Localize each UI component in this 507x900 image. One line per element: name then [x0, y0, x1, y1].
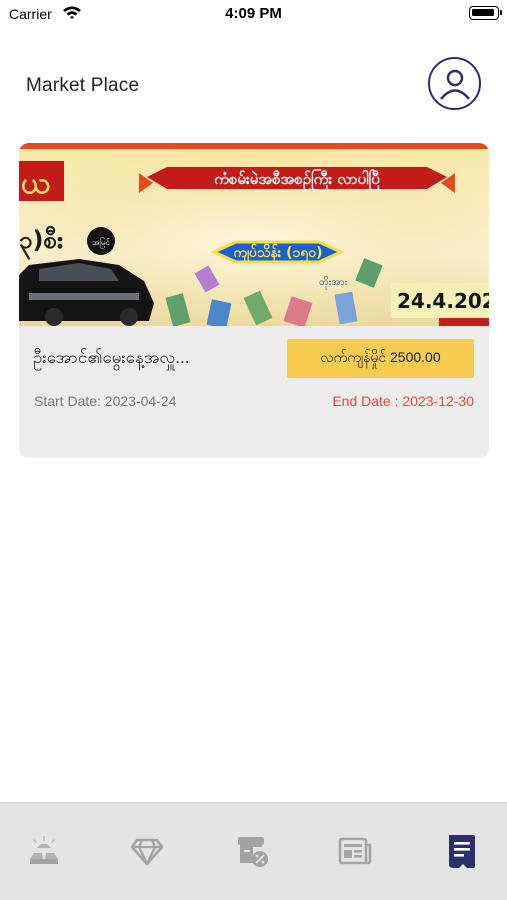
- listing-card[interactable]: ယ ၃)စီး အမြင် ကံစမ်းမဲအစီအစဉ်ကြီး လာပါပြ…: [19, 143, 489, 458]
- user-circle-icon: [439, 69, 470, 100]
- listing-title: ဦးအောင်၏မွေးနေ့အလှူ...: [33, 348, 190, 367]
- tab-promotions[interactable]: [232, 831, 272, 871]
- battery-icon: [469, 6, 502, 20]
- tab-diamond[interactable]: [127, 831, 167, 871]
- status-time: 4:09 PM: [225, 5, 282, 22]
- page-title: Market Place: [26, 75, 140, 96]
- diamond-icon: [131, 838, 163, 866]
- gold-bars-icon: [30, 836, 58, 864]
- banner-date: 24.4.202: [397, 289, 489, 313]
- profile-button[interactable]: [428, 57, 481, 110]
- header: Market Place: [0, 52, 507, 116]
- status-bar: Carrier 4:09 PM: [0, 0, 507, 28]
- discount-box-icon: [238, 837, 268, 867]
- banner-prize-suffix: တိုးအား: [319, 275, 348, 290]
- start-date: Start Date: 2023-04-24: [34, 393, 177, 409]
- banner-left-text: ယ: [21, 166, 51, 201]
- price-button[interactable]: လက်ကျန်မှိုင် 2500.00: [287, 339, 474, 378]
- tab-lottery[interactable]: [441, 831, 481, 871]
- news-icon: [338, 837, 372, 865]
- lottery-ticket-icon: [449, 835, 475, 868]
- tab-news[interactable]: [335, 831, 375, 871]
- end-date: End Date : 2023-12-30: [332, 393, 474, 409]
- tab-bar: [0, 802, 507, 900]
- listing-banner-image: ယ ၃)စီး အမြင် ကံစမ်းမဲအစီအစဉ်ကြီး လာပါပြ…: [19, 143, 489, 326]
- tab-gold[interactable]: [24, 831, 64, 871]
